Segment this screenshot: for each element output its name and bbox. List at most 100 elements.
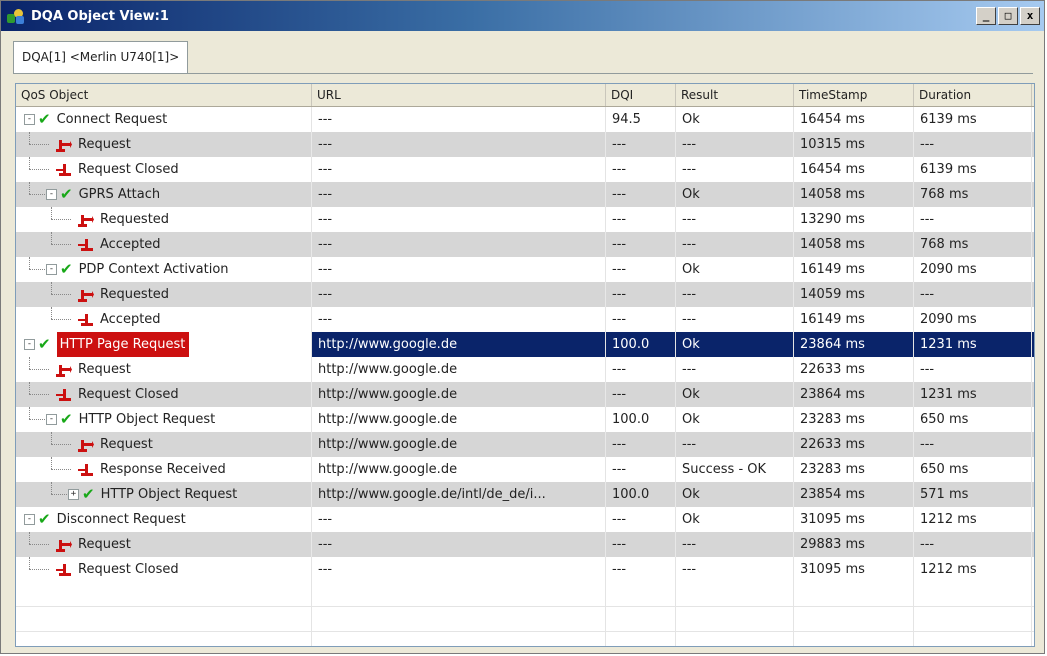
tree-node[interactable]: ✔ PDP Context Activation <box>60 257 229 282</box>
table-row[interactable]: Requested --- --- --- 14059 ms --- <box>16 282 1034 307</box>
tree-node[interactable]: Requested <box>78 282 169 307</box>
cell-url: --- <box>312 282 606 307</box>
tree-node[interactable]: Request <box>56 132 131 157</box>
column-header-result[interactable]: Result <box>676 84 794 106</box>
tree-node[interactable]: ✔ GPRS Attach <box>60 182 160 207</box>
tree-node[interactable]: Request Closed <box>56 382 179 407</box>
cell-result: --- <box>676 132 794 157</box>
request-arrow-icon <box>78 288 94 302</box>
table-row[interactable]: Request Closed --- --- --- 31095 ms 1212 ms <box>16 557 1034 582</box>
closed-arrow-icon <box>78 463 94 477</box>
cell-result: Success - OK <box>676 457 794 482</box>
table-row[interactable]: Requested --- --- --- 13290 ms --- <box>16 207 1034 232</box>
table-row[interactable]: Request http://www.google.de --- --- 22633 m… <box>16 432 1034 457</box>
cell-timestamp: 31095 ms <box>794 557 914 582</box>
request-arrow-icon <box>56 363 72 377</box>
table-row[interactable]: Request http://www.google.de --- --- 22633 m… <box>16 357 1034 382</box>
column-header-row: QoS Object URL DQI Result TimeStamp Dura… <box>16 84 1034 107</box>
collapse-toggle[interactable]: - <box>46 264 57 275</box>
closed-arrow-icon <box>56 388 72 402</box>
cell-duration: 2090 ms <box>914 307 1032 332</box>
table-row[interactable]: - ✔ HTTP Page Request http://www.google.de 1… <box>16 332 1034 357</box>
cell-timestamp: 22633 ms <box>794 432 914 457</box>
tree-node[interactable]: Response Received <box>78 457 226 482</box>
cell-duration: 650 ms <box>914 457 1032 482</box>
collapse-toggle[interactable]: - <box>24 339 35 350</box>
tree-node-label: Disconnect Request <box>56 512 186 527</box>
tree-node-label: Request <box>100 437 153 452</box>
cell-timestamp: 31095 ms <box>794 507 914 532</box>
closed-arrow-icon <box>78 313 94 327</box>
cell-timestamp: 14059 ms <box>794 282 914 307</box>
close-button[interactable]: x <box>1020 7 1040 25</box>
cell-qos-object: Request Closed <box>16 382 312 407</box>
cell-duration: --- <box>914 532 1032 557</box>
table-row[interactable]: Response Received http://www.google.de ---… <box>16 457 1034 482</box>
closed-arrow-icon <box>56 563 72 577</box>
collapse-toggle[interactable]: - <box>46 414 57 425</box>
table-row[interactable]: - ✔ PDP Context Activation --- --- Ok 16149 ms… <box>16 257 1034 282</box>
minimize-button[interactable]: _ <box>976 7 996 25</box>
tree-node-label: Connect Request <box>56 112 168 127</box>
tree-node[interactable]: Request <box>56 357 131 382</box>
tree-node[interactable]: ✔ HTTP Object Request <box>60 407 215 432</box>
tree-node[interactable]: ✔ HTTP Object Request <box>82 482 237 507</box>
column-header-qos-object[interactable]: QoS Object <box>16 84 312 106</box>
cell-qos-object: Request <box>16 532 312 557</box>
cell-dqi: --- <box>606 507 676 532</box>
column-header-timestamp[interactable]: TimeStamp <box>794 84 914 106</box>
cell-timestamp: 23854 ms <box>794 482 914 507</box>
collapse-toggle[interactable]: - <box>46 189 57 200</box>
cell-qos-object: - ✔ GPRS Attach <box>16 182 312 207</box>
table-row[interactable]: Accepted --- --- --- 16149 ms 2090 ms <box>16 307 1034 332</box>
cell-result: --- <box>676 357 794 382</box>
table-row[interactable]: - ✔ GPRS Attach --- --- Ok 14058 ms 768 ms <box>16 182 1034 207</box>
column-header-dqi[interactable]: DQI <box>606 84 676 106</box>
column-header-url[interactable]: URL <box>312 84 606 106</box>
collapse-toggle[interactable]: - <box>24 514 35 525</box>
empty-cell <box>606 582 676 607</box>
table-row[interactable]: - ✔ Disconnect Request --- --- Ok 31095 ms 1212… <box>16 507 1034 532</box>
tab-divider <box>13 73 1033 74</box>
table-row[interactable]: Request --- --- --- 29883 ms --- <box>16 532 1034 557</box>
cell-qos-object: Request Closed <box>16 557 312 582</box>
cell-duration: --- <box>914 282 1032 307</box>
tree-node[interactable]: Request <box>56 532 131 557</box>
cell-url: --- <box>312 182 606 207</box>
tab-dqa-merlin[interactable]: DQA[1] <Merlin U740[1]> <box>13 41 189 74</box>
table-row[interactable]: - ✔ Connect Request --- 94.5 Ok 16454 ms 6139 m… <box>16 107 1034 132</box>
cell-url: http://www.google.de <box>312 382 606 407</box>
qos-object-tree-grid[interactable]: QoS Object URL DQI Result TimeStamp Dura… <box>15 83 1035 647</box>
maximize-button[interactable]: □ <box>998 7 1018 25</box>
tree-node[interactable]: ✔ Disconnect Request <box>38 507 186 532</box>
table-row[interactable]: Request --- --- --- 10315 ms --- <box>16 132 1034 157</box>
title-bar[interactable]: DQA Object View:1 _ □ x <box>1 1 1044 31</box>
tree-node[interactable]: Request Closed <box>56 557 179 582</box>
tree-node[interactable]: ✔ Connect Request <box>38 107 167 132</box>
tree-node[interactable]: Requested <box>78 207 169 232</box>
expand-toggle[interactable]: + <box>68 489 79 500</box>
tree-node-label: Accepted <box>100 312 161 327</box>
tree-node[interactable]: Request <box>78 432 153 457</box>
table-row[interactable]: - ✔ HTTP Object Request http://www.google.d… <box>16 407 1034 432</box>
cell-dqi: --- <box>606 182 676 207</box>
tree-node[interactable]: Request Closed <box>56 157 179 182</box>
table-row[interactable]: Accepted --- --- --- 14058 ms 768 ms <box>16 232 1034 257</box>
request-arrow-icon <box>78 438 94 452</box>
collapse-toggle[interactable]: - <box>24 114 35 125</box>
table-row[interactable]: + ✔ HTTP Object Request http://www.google.d… <box>16 482 1034 507</box>
table-row[interactable]: Request Closed --- --- --- 16454 ms 6139 ms <box>16 157 1034 182</box>
cell-dqi: --- <box>606 257 676 282</box>
cell-url: --- <box>312 232 606 257</box>
tree-node[interactable]: ✔ HTTP Page Request <box>38 332 190 357</box>
column-header-duration[interactable]: Duration <box>914 84 1032 106</box>
tree-node[interactable]: Accepted <box>78 307 161 332</box>
empty-cell <box>312 632 606 646</box>
cell-qos-object: Response Received <box>16 457 312 482</box>
cell-timestamp: 29883 ms <box>794 532 914 557</box>
table-row[interactable]: Request Closed http://www.google.de --- Ok 2… <box>16 382 1034 407</box>
cell-qos-object: Requested <box>16 282 312 307</box>
cell-dqi: --- <box>606 557 676 582</box>
tree-node[interactable]: Accepted <box>78 232 161 257</box>
empty-cell <box>676 632 794 646</box>
